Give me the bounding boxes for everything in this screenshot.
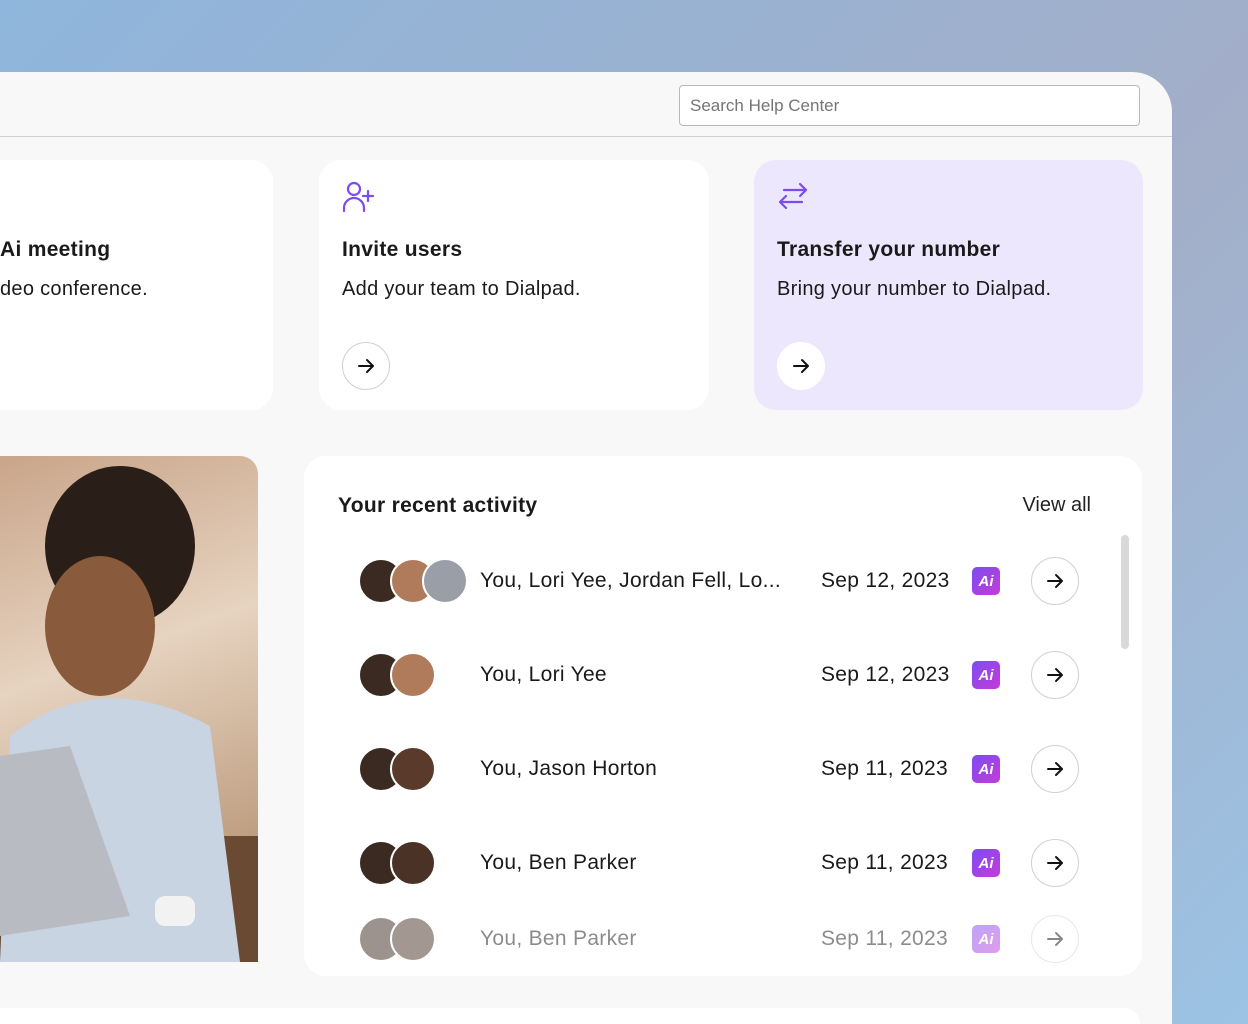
open-button[interactable]: [1031, 915, 1079, 963]
activity-row[interactable]: You, Lori Yee, Jordan Fell, Lo... Sep 12…: [304, 551, 1142, 611]
ai-badge-icon: Ai: [972, 567, 1000, 595]
activity-row[interactable]: You, Lori Yee Sep 12, 2023 Ai: [304, 645, 1142, 705]
arrow-button[interactable]: [342, 342, 390, 390]
card-transfer-number[interactable]: Transfer your number Bring your number t…: [754, 160, 1143, 410]
date: Sep 11, 2023: [821, 757, 948, 780]
open-button[interactable]: [1031, 557, 1079, 605]
ai-badge-icon: Ai: [972, 755, 1000, 783]
participants: You, Ben Parker: [480, 851, 637, 874]
open-button[interactable]: [1031, 651, 1079, 699]
arrow-right-icon: [1047, 856, 1063, 870]
card-title: Transfer your number: [777, 238, 1001, 261]
bottom-card: [0, 1008, 1140, 1024]
arrow-right-icon: [1047, 932, 1063, 946]
card-desc: deo conference.: [0, 278, 148, 300]
activity-row[interactable]: You, Ben Parker Sep 11, 2023 Ai: [304, 909, 1142, 969]
user-plus-icon: [341, 180, 377, 219]
arrow-right-icon: [358, 359, 374, 373]
card-invite-users[interactable]: Invite users Add your team to Dialpad.: [319, 160, 709, 410]
arrow-right-icon: [1047, 574, 1063, 588]
avatar: [422, 558, 468, 604]
ai-badge-icon: Ai: [972, 849, 1000, 877]
activity-title: Your recent activity: [338, 494, 538, 517]
open-button[interactable]: [1031, 745, 1079, 793]
search-input[interactable]: [679, 85, 1140, 126]
avatar: [390, 746, 436, 792]
ai-badge-icon: Ai: [972, 925, 1000, 953]
open-button[interactable]: [1031, 839, 1079, 887]
arrow-button[interactable]: [777, 342, 825, 390]
participants: You, Jason Horton: [480, 757, 658, 780]
activity-row[interactable]: You, Jason Horton Sep 11, 2023 Ai: [304, 739, 1142, 799]
date: Sep 11, 2023: [821, 851, 948, 874]
avatar: [390, 916, 436, 962]
participants: You, Ben Parker: [480, 927, 637, 950]
participants: You, Lori Yee: [480, 663, 607, 686]
card-title: Invite users: [342, 238, 463, 261]
date: Sep 11, 2023: [821, 927, 948, 950]
card-ai-meeting[interactable]: Ai meeting deo conference.: [0, 160, 273, 410]
avatar: [390, 840, 436, 886]
participants: You, Lori Yee, Jordan Fell, Lo...: [480, 569, 781, 592]
date: Sep 12, 2023: [821, 569, 950, 592]
app-window: Ai meeting deo conference. Invite users …: [0, 72, 1172, 1024]
card-title: Ai meeting: [0, 238, 111, 261]
view-all-link[interactable]: View all: [1022, 494, 1091, 517]
activity-row[interactable]: You, Ben Parker Sep 11, 2023 Ai: [304, 833, 1142, 893]
recent-activity-panel: Your recent activity View all You, Lori …: [304, 456, 1142, 976]
header: [0, 72, 1172, 137]
avatar: [390, 652, 436, 698]
date: Sep 12, 2023: [821, 663, 950, 686]
arrow-right-icon: [1047, 668, 1063, 682]
card-desc: Add your team to Dialpad.: [342, 278, 581, 300]
woman-laptop-photo: [0, 456, 258, 962]
arrow-right-icon: [1047, 762, 1063, 776]
transfer-arrows-icon: [776, 180, 810, 219]
arrow-right-icon: [793, 359, 809, 373]
card-desc: Bring your number to Dialpad.: [777, 278, 1052, 300]
ai-badge-icon: Ai: [972, 661, 1000, 689]
